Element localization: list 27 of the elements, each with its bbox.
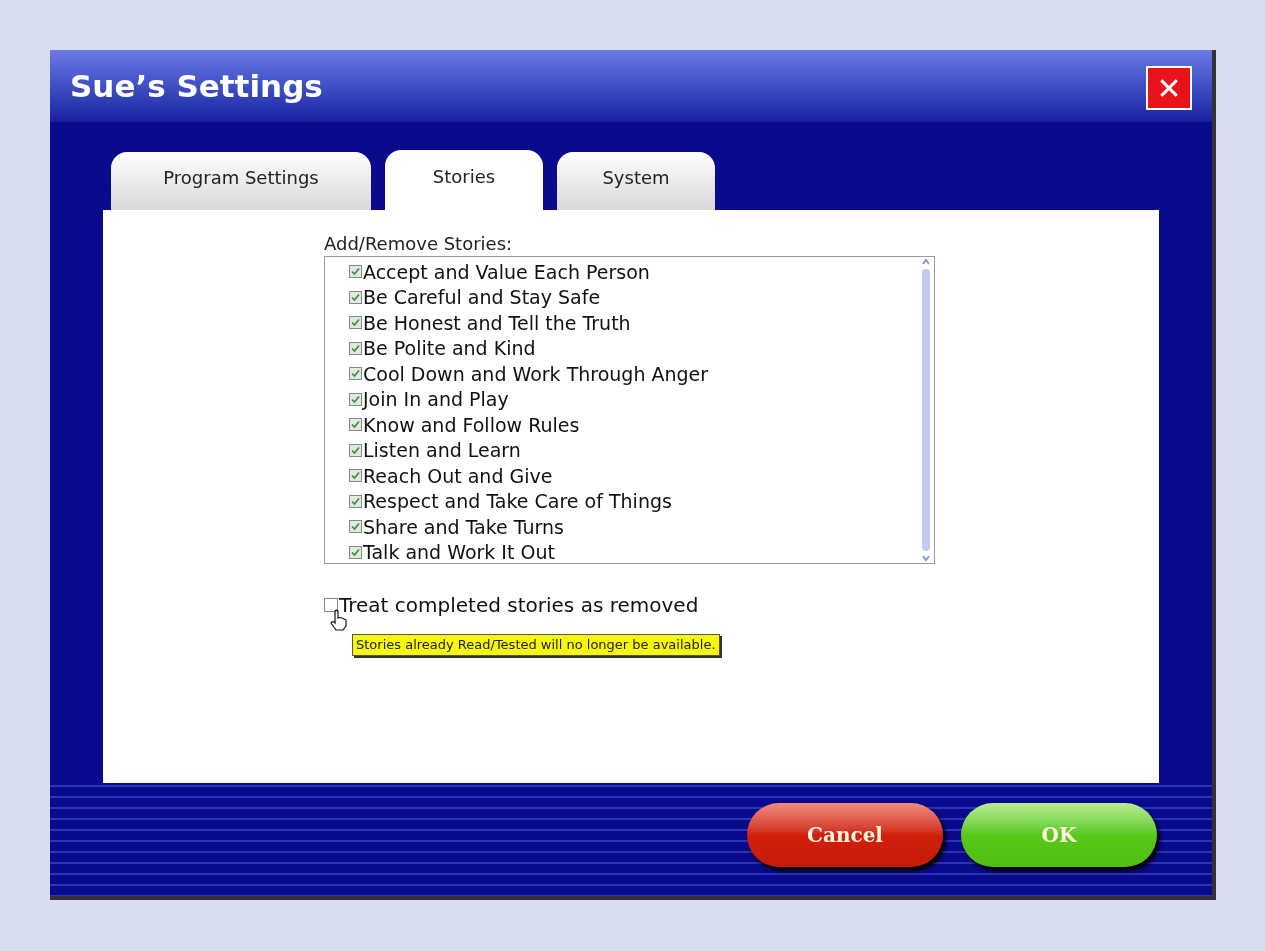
list-label: Add/Remove Stories: bbox=[324, 232, 514, 256]
story-label[interactable]: Accept and Value Each Person bbox=[363, 257, 650, 286]
scroll-down-icon[interactable] bbox=[921, 553, 931, 563]
scroll-thumb[interactable] bbox=[922, 269, 930, 551]
tooltip: Stories already Read/Tested will no longer be available. bbox=[352, 634, 720, 656]
checkbox[interactable] bbox=[349, 316, 362, 330]
window-title: Sue’s Settings bbox=[70, 66, 323, 106]
close-button[interactable]: ✕ bbox=[1146, 66, 1192, 110]
tab[interactable]: Stories bbox=[385, 150, 543, 210]
checkbox[interactable] bbox=[349, 469, 362, 483]
checkbox[interactable] bbox=[349, 392, 362, 406]
checkbox-label[interactable]: Treat completed stories as removed bbox=[339, 590, 699, 620]
cancel-button[interactable]: Cancel bbox=[747, 803, 943, 867]
checkbox[interactable] bbox=[349, 443, 362, 457]
checkbox[interactable] bbox=[349, 265, 362, 279]
tab[interactable]: System bbox=[557, 152, 715, 210]
story-label[interactable]: Talk and Work It Out bbox=[363, 538, 555, 563]
tab[interactable]: Program Settings bbox=[111, 152, 371, 210]
checkbox[interactable] bbox=[349, 545, 362, 559]
checkbox[interactable] bbox=[349, 418, 362, 432]
scroll-up-icon[interactable] bbox=[921, 257, 931, 267]
checkbox[interactable] bbox=[349, 290, 362, 304]
checkbox[interactable] bbox=[324, 598, 338, 612]
checkbox[interactable] bbox=[349, 341, 362, 355]
checkbox[interactable] bbox=[349, 367, 362, 381]
checkbox[interactable] bbox=[349, 494, 362, 508]
checkbox[interactable] bbox=[349, 520, 362, 534]
